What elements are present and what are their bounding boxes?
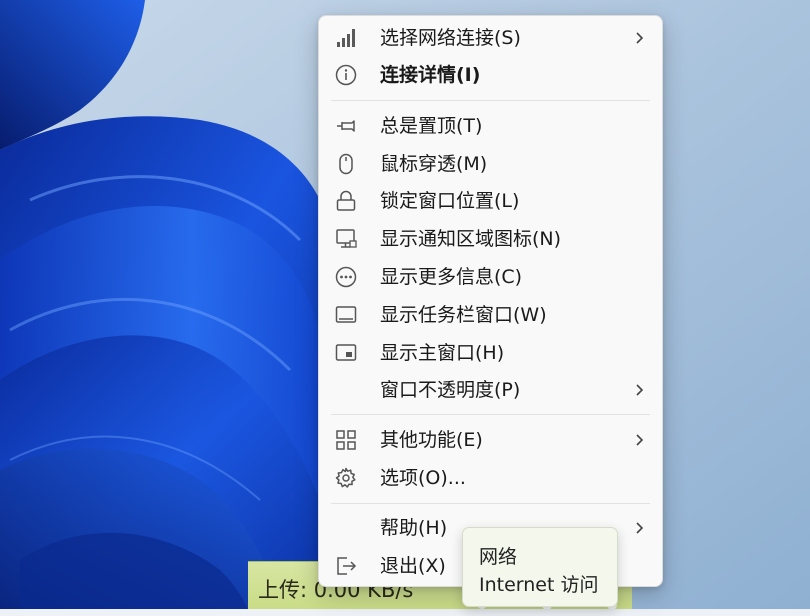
menu-separator <box>319 503 662 504</box>
monitor-tray-icon <box>335 228 357 250</box>
info-icon <box>335 64 357 86</box>
menu-item-label: 选项(O)... <box>380 467 466 489</box>
menu-item-label: 显示主窗口(H) <box>380 342 505 364</box>
chevron-right-icon <box>636 384 644 396</box>
menu-item-label: 帮助(H) <box>380 517 448 539</box>
menu-item-show-main-window[interactable]: 显示主窗口(H) <box>323 335 658 371</box>
menu-item-other-functions[interactable]: 其他功能(E) <box>323 422 658 458</box>
grid-apps-icon <box>335 429 357 451</box>
menu-item-label: 锁定窗口位置(L) <box>380 190 520 212</box>
menu-item-label: 其他功能(E) <box>380 429 483 451</box>
main-window-icon <box>335 342 357 364</box>
menu-item-label: 显示任务栏窗口(W) <box>380 304 547 326</box>
menu-separator <box>319 100 662 101</box>
menu-item-mouse-passthrough[interactable]: 鼠标穿透(M) <box>323 146 658 182</box>
tooltip-title: 网络 <box>479 546 518 568</box>
menu-item-label: 连接详情(I) <box>380 64 481 86</box>
signal-bars-icon <box>335 27 357 49</box>
menu-item-show-more-info[interactable]: 显示更多信息(C) <box>323 259 658 295</box>
chevron-right-icon <box>636 434 644 446</box>
lock-icon <box>335 190 357 212</box>
exit-icon <box>335 555 357 577</box>
menu-item-label: 退出(X) <box>380 555 446 577</box>
menu-item-label: 窗口不透明度(P) <box>380 379 521 401</box>
menu-item-label: 鼠标穿透(M) <box>380 153 488 175</box>
gear-icon <box>335 467 357 489</box>
menu-item-show-taskbar-window[interactable]: 显示任务栏窗口(W) <box>323 297 658 333</box>
menu-item-connection-details[interactable]: 连接详情(I) <box>323 57 658 93</box>
menu-item-show-tray-icon[interactable]: 显示通知区域图标(N) <box>323 221 658 257</box>
menu-item-label: 显示通知区域图标(N) <box>380 228 562 250</box>
chevron-right-icon <box>636 522 644 534</box>
menu-item-label: 总是置顶(T) <box>380 115 483 137</box>
menu-item-always-on-top[interactable]: 总是置顶(T) <box>323 108 658 144</box>
menu-item-label: 选择网络连接(S) <box>380 27 521 49</box>
more-dots-icon <box>335 266 357 288</box>
screen-bottom-strip <box>0 609 810 616</box>
taskbar-window-icon <box>335 304 357 326</box>
menu-separator <box>319 414 662 415</box>
menu-item-lock-position[interactable]: 锁定窗口位置(L) <box>323 183 658 219</box>
menu-item-label: 显示更多信息(C) <box>380 266 523 288</box>
network-tooltip: 网络 Internet 访问 <box>462 527 618 607</box>
menu-item-select-network[interactable]: 选择网络连接(S) <box>323 20 658 56</box>
menu-item-options[interactable]: 选项(O)... <box>323 460 658 496</box>
chevron-right-icon <box>636 32 644 44</box>
menu-item-window-opacity[interactable]: 窗口不透明度(P) <box>323 372 658 408</box>
tooltip-status: Internet 访问 <box>479 574 599 596</box>
mouse-icon <box>335 153 357 175</box>
pin-icon <box>335 115 357 137</box>
context-menu: 选择网络连接(S) 连接详情(I) 总是置顶(T) 鼠标穿透(M) 锁定窗口位置… <box>318 15 663 587</box>
